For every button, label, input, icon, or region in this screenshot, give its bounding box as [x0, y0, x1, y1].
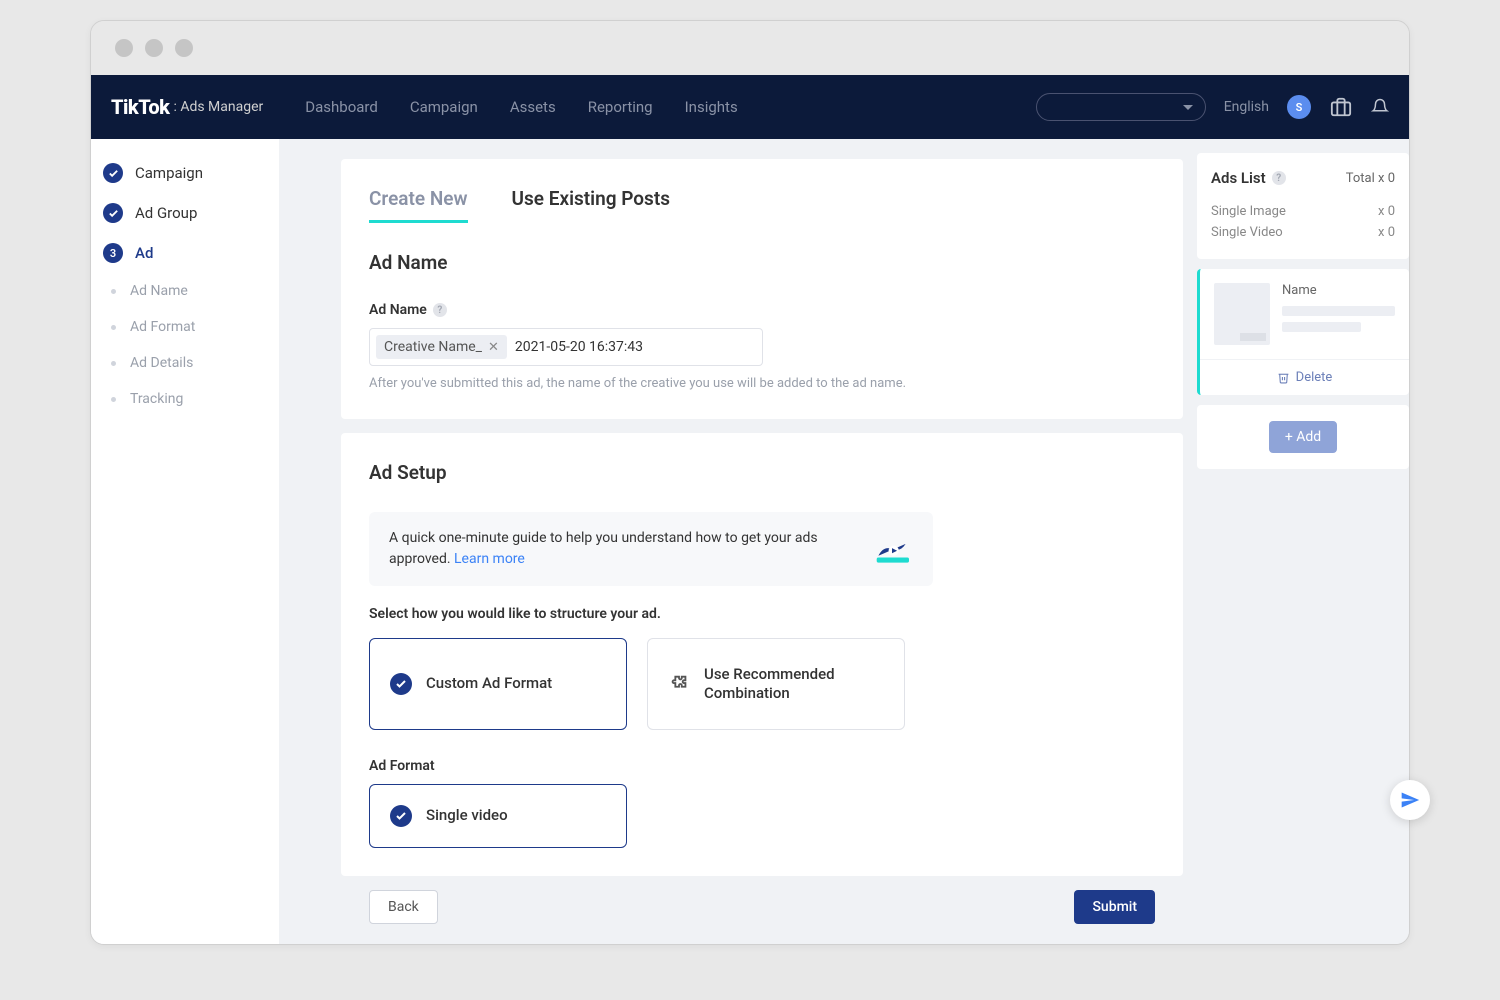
option-single-video[interactable]: Single video	[369, 784, 627, 848]
ad-name-heading: Ad Name	[369, 251, 1155, 274]
tab-use-existing[interactable]: Use Existing Posts	[512, 187, 670, 223]
ad-setup-card: Ad Setup A quick one-minute guide to hel…	[341, 433, 1183, 876]
help-icon[interactable]: ?	[1272, 171, 1286, 185]
puzzle-icon	[668, 673, 690, 695]
ad-name-input[interactable]: Creative Name_ ✕ 2021-05-20 16:37:43	[369, 328, 763, 366]
add-button[interactable]: + Add	[1269, 421, 1337, 453]
language-selector[interactable]: English	[1224, 99, 1269, 115]
step-sidebar: Campaign Ad Group 3 Ad Ad Name Ad Format…	[91, 139, 279, 944]
traffic-light-close[interactable]	[115, 39, 133, 57]
guide-illustration-icon	[871, 532, 913, 566]
structure-label: Select how you would like to structure y…	[369, 606, 1155, 622]
check-icon	[103, 203, 123, 223]
step-label: Ad	[135, 244, 153, 262]
step-label: Ad Group	[135, 204, 197, 222]
trash-icon	[1277, 371, 1290, 384]
sidebar-step-campaign[interactable]: Campaign	[91, 153, 279, 193]
account-selector[interactable]	[1036, 93, 1206, 121]
nav-dashboard[interactable]: Dashboard	[305, 98, 378, 116]
window-titlebar	[91, 21, 1409, 75]
top-nav: TikTok : Ads Manager Dashboard Campaign …	[91, 75, 1409, 139]
nav-reporting[interactable]: Reporting	[588, 98, 653, 116]
add-panel: + Add	[1197, 405, 1409, 469]
back-button[interactable]: Back	[369, 890, 438, 924]
option-custom-format[interactable]: Custom Ad Format	[369, 638, 627, 730]
nav-assets[interactable]: Assets	[510, 98, 556, 116]
sidebar-sub-tracking[interactable]: Tracking	[91, 381, 279, 417]
dot-icon	[111, 289, 116, 294]
brand-logo: TikTok	[111, 95, 169, 119]
ad-format-label: Ad Format	[369, 758, 1155, 774]
learn-more-link[interactable]: Learn more	[454, 551, 525, 567]
sidebar-step-adgroup[interactable]: Ad Group	[91, 193, 279, 233]
sidebar-sub-adformat[interactable]: Ad Format	[91, 309, 279, 345]
guide-banner: A quick one-minute guide to help you und…	[369, 512, 933, 586]
preview-thumbnail	[1214, 283, 1270, 345]
placeholder-line	[1282, 306, 1395, 316]
submit-button[interactable]: Submit	[1074, 890, 1155, 924]
help-icon[interactable]: ?	[433, 303, 447, 317]
ads-list-panel: Ads List ? Total x 0 Single Imagex 0 Sin…	[1197, 153, 1409, 259]
creative-name-chip: Creative Name_ ✕	[376, 335, 507, 359]
check-icon	[390, 805, 412, 827]
placeholder-line	[1282, 322, 1361, 332]
ads-list-preview-item[interactable]: Name Delete	[1197, 269, 1409, 395]
dot-icon	[111, 397, 116, 402]
ads-list-total: Total x 0	[1346, 171, 1395, 186]
ad-name-card: Create New Use Existing Posts Ad Name Ad…	[341, 159, 1183, 419]
ads-list-row-image: Single Imagex 0	[1211, 201, 1395, 222]
ads-list-row-video: Single Videox 0	[1211, 222, 1395, 243]
delete-button[interactable]: Delete	[1200, 359, 1409, 395]
nav-campaign[interactable]: Campaign	[410, 98, 478, 116]
sidebar-sub-adname[interactable]: Ad Name	[91, 273, 279, 309]
check-icon	[390, 673, 412, 695]
ad-name-label: Ad Name ?	[369, 302, 1155, 318]
step-number-badge: 3	[103, 243, 123, 263]
paper-plane-icon	[1400, 790, 1420, 810]
chip-remove-icon[interactable]: ✕	[488, 340, 499, 355]
ad-name-value: 2021-05-20 16:37:43	[515, 339, 643, 355]
nav-insights[interactable]: Insights	[685, 98, 738, 116]
ads-list-title: Ads List ?	[1211, 169, 1286, 187]
sidebar-step-ad[interactable]: 3 Ad	[91, 233, 279, 273]
step-label: Campaign	[135, 164, 203, 182]
dot-icon	[111, 361, 116, 366]
sidebar-sub-addetails[interactable]: Ad Details	[91, 345, 279, 381]
brand-subtitle: : Ads Manager	[173, 99, 263, 115]
bell-icon[interactable]	[1371, 96, 1389, 118]
dot-icon	[111, 325, 116, 330]
traffic-light-minimize[interactable]	[145, 39, 163, 57]
preview-name-label: Name	[1282, 283, 1395, 298]
chevron-down-icon	[1183, 105, 1193, 110]
check-icon	[103, 163, 123, 183]
user-avatar[interactable]: S	[1287, 95, 1311, 119]
ad-name-hint: After you've submitted this ad, the name…	[369, 376, 1155, 391]
ad-setup-heading: Ad Setup	[369, 461, 1155, 484]
option-recommended-combination[interactable]: Use Recommended Combination	[647, 638, 905, 730]
feedback-float-button[interactable]	[1390, 780, 1430, 820]
briefcase-icon[interactable]	[1329, 96, 1353, 118]
traffic-light-maximize[interactable]	[175, 39, 193, 57]
tab-create-new[interactable]: Create New	[369, 187, 468, 223]
